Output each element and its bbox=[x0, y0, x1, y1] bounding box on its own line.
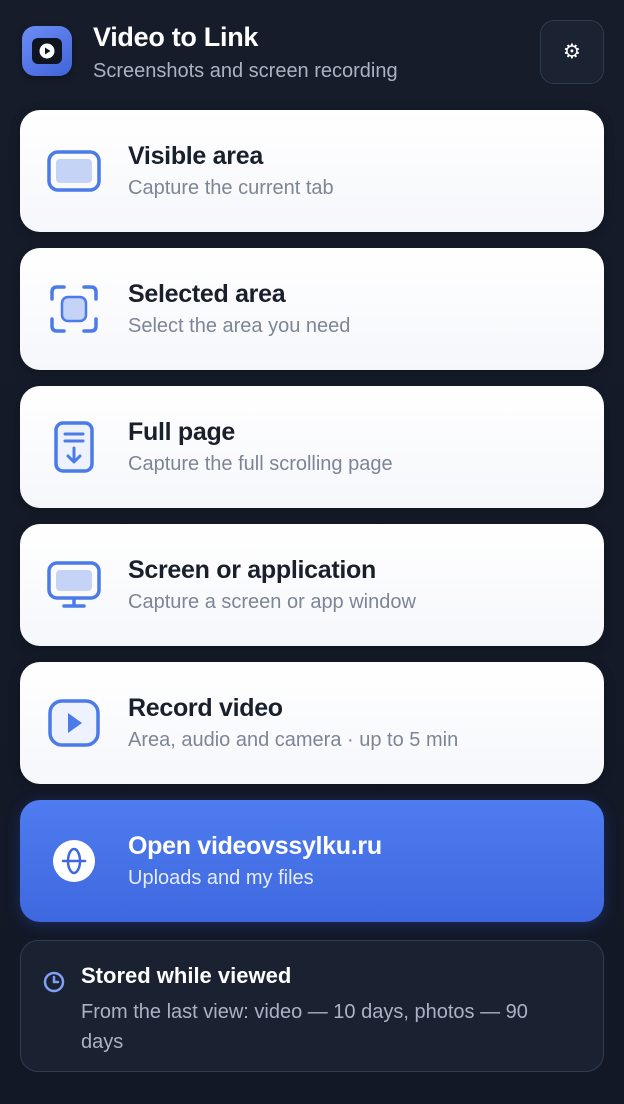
settings-button[interactable]: ⚙ bbox=[540, 20, 604, 84]
globe-icon bbox=[53, 840, 95, 882]
visible-area-button[interactable]: Visible area Capture the current tab bbox=[20, 110, 604, 232]
selected-area-icon bbox=[50, 285, 98, 333]
header: Video to Link Screenshots and screen rec… bbox=[20, 18, 604, 110]
record-video-button[interactable]: Record video Area, audio and camera · up… bbox=[20, 662, 604, 784]
info-text: From the last view: video — 10 days, pho… bbox=[81, 1001, 528, 1053]
action-subtitle: Capture a screen or app window bbox=[128, 591, 416, 613]
app-title: Video to Link bbox=[93, 22, 259, 52]
storage-info-box: Stored while viewed From the last view: … bbox=[20, 940, 604, 1072]
full-page-button[interactable]: Full page Capture the full scrolling pag… bbox=[20, 386, 604, 508]
selected-area-button[interactable]: Selected area Select the area you need bbox=[20, 248, 604, 370]
monitor-icon bbox=[47, 561, 101, 608]
action-title: Full page bbox=[128, 418, 236, 446]
action-subtitle: Uploads and my files bbox=[128, 867, 314, 889]
action-title: Open videovssylku.ru bbox=[128, 832, 382, 860]
play-icon bbox=[48, 699, 100, 747]
clock-icon bbox=[43, 971, 65, 993]
action-subtitle: Select the area you need bbox=[128, 315, 351, 337]
visible-area-icon bbox=[47, 150, 101, 192]
extension-popup: Video to Link Screenshots and screen rec… bbox=[0, 0, 624, 1104]
full-page-icon bbox=[54, 421, 94, 473]
open-website-button[interactable]: Open videovssylku.ru Uploads and my file… bbox=[20, 800, 604, 922]
app-subtitle: Screenshots and screen recording bbox=[93, 60, 398, 82]
action-list: Visible area Capture the current tab Sel… bbox=[20, 110, 604, 922]
action-subtitle: Capture the full scrolling page bbox=[128, 453, 393, 475]
action-title: Selected area bbox=[128, 280, 286, 308]
info-title: Stored while viewed bbox=[81, 963, 292, 988]
gear-icon: ⚙ bbox=[563, 41, 581, 63]
action-title: Record video bbox=[128, 694, 283, 722]
app-logo-icon bbox=[22, 26, 72, 76]
action-title: Visible area bbox=[128, 142, 263, 170]
screen-or-application-button[interactable]: Screen or application Capture a screen o… bbox=[20, 524, 604, 646]
action-title: Screen or application bbox=[128, 556, 376, 584]
action-subtitle: Capture the current tab bbox=[128, 177, 334, 199]
action-subtitle: Area, audio and camera · up to 5 min bbox=[128, 729, 459, 751]
